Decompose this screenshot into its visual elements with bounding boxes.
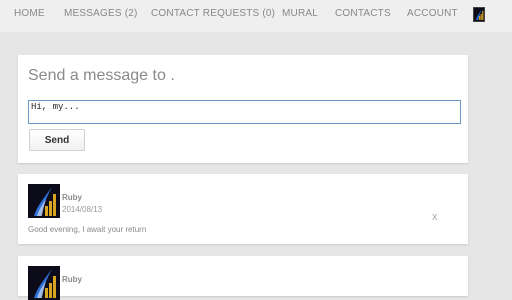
message-author[interactable]: Ruby [62,275,82,284]
message-text: Good evening, I await your return [28,225,147,234]
nav-account[interactable]: ACCOUNT [407,8,458,19]
avatar-graphic [474,8,484,21]
nav-mural[interactable]: MURAL [282,8,318,19]
compose-title: Send a message to . [28,67,175,84]
nav-home[interactable]: HOME [14,8,45,19]
message-author[interactable]: Ruby [62,193,82,202]
send-button[interactable]: Send [29,129,85,151]
avatar-graphic [28,184,60,218]
message-item: Ruby [18,256,468,300]
nav-messages[interactable]: MESSAGES (2) [64,8,138,19]
nav-contact-requests[interactable]: CONTACT REQUESTS (0) [151,8,275,19]
profile-avatar-icon[interactable] [28,184,60,218]
delete-message-button[interactable]: X [432,213,437,222]
top-navigation: HOME MESSAGES (2) CONTACT REQUESTS (0) M… [0,0,512,32]
message-item: Ruby 2014/08/13 Good evening, I await yo… [18,174,468,244]
profile-avatar-icon[interactable] [28,266,60,300]
nav-contacts[interactable]: CONTACTS [335,8,391,19]
user-avatar-icon[interactable] [473,7,485,22]
avatar-graphic [28,266,60,300]
compose-message-card: Send a message to . Hi, my... Send [18,55,468,163]
message-date: 2014/08/13 [62,205,103,214]
message-input[interactable]: Hi, my... [28,100,461,124]
